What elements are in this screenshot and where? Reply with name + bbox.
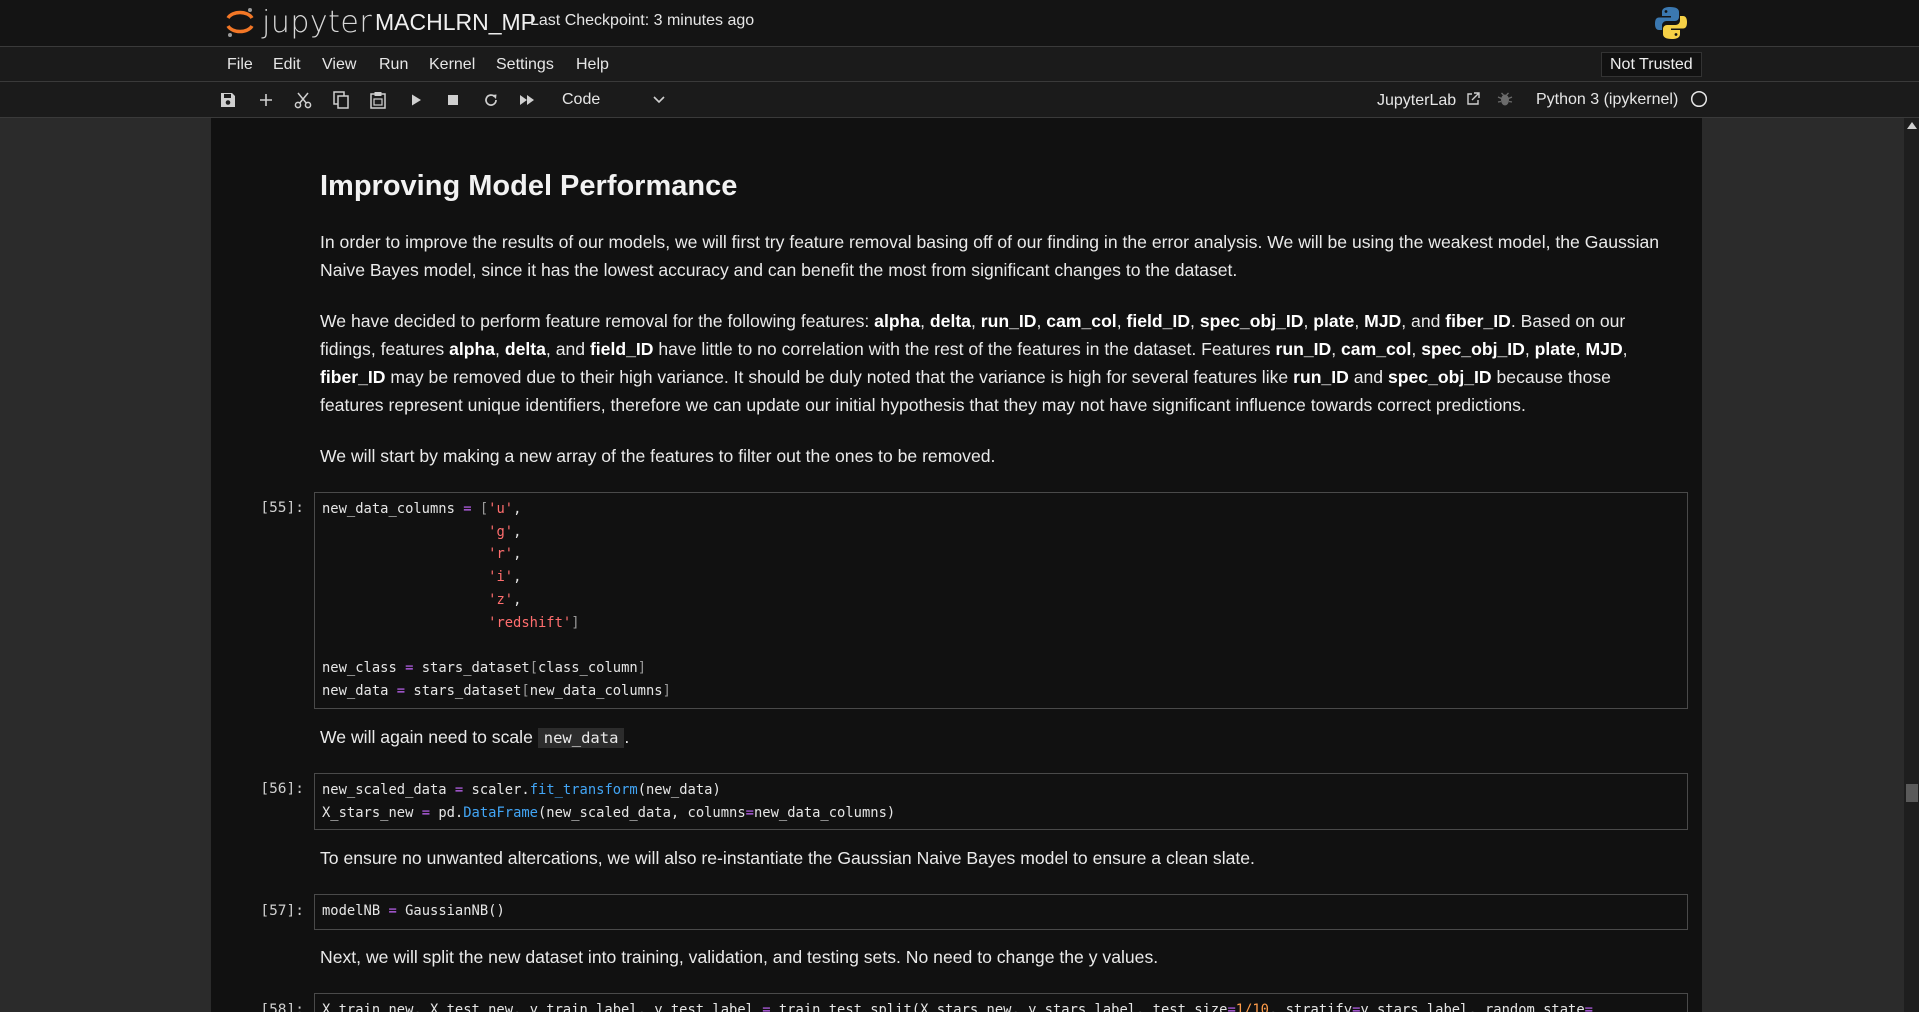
jupyter-logo-icon bbox=[224, 6, 256, 38]
cell-prompt-55: [55]: bbox=[260, 500, 304, 516]
notebook-toolbar: Code JupyterLab Python 3 (ipykernel) bbox=[0, 82, 1919, 118]
restart-icon[interactable] bbox=[479, 88, 503, 112]
chevron-down-icon bbox=[652, 87, 666, 120]
trust-status-button[interactable]: Not Trusted bbox=[1601, 52, 1702, 77]
cell-type-select[interactable]: Code bbox=[552, 87, 672, 112]
jupyter-logo-text: jupyter bbox=[262, 4, 373, 40]
run-icon[interactable] bbox=[404, 88, 428, 112]
markdown-paragraph-intro: In order to improve the results of our m… bbox=[320, 232, 1660, 280]
paste-icon[interactable] bbox=[366, 88, 390, 112]
top-header: jupyter MACHLRN_MP Last Checkpoint: 3 mi… bbox=[0, 0, 1919, 47]
kernel-name[interactable]: Python 3 (ipykernel) bbox=[1536, 91, 1678, 109]
add-cell-icon[interactable] bbox=[254, 88, 278, 112]
code-cell-55-source[interactable]: new_data_columns = ['u', 'g', 'r', 'i', … bbox=[322, 498, 671, 702]
markdown-paragraph-next-step: We will start by making a new array of t… bbox=[320, 446, 996, 466]
python-logo-icon bbox=[1652, 4, 1690, 42]
code-cell-55[interactable]: new_data_columns = ['u', 'g', 'r', 'i', … bbox=[314, 492, 1688, 709]
stop-icon[interactable] bbox=[441, 88, 465, 112]
menu-kernel[interactable]: Kernel bbox=[429, 56, 475, 74]
cell-prompt-58: [58]: bbox=[260, 1002, 304, 1012]
menu-file[interactable]: File bbox=[227, 56, 253, 74]
cell-type-value: Code bbox=[562, 91, 601, 108]
cut-icon[interactable] bbox=[291, 88, 315, 112]
scroll-up-arrow-icon[interactable] bbox=[1907, 122, 1917, 129]
fast-forward-icon[interactable] bbox=[516, 88, 540, 112]
code-cell-58[interactable]: X_train_new, X_test_new, y_train_label, … bbox=[314, 993, 1688, 1012]
external-link-icon bbox=[1466, 92, 1480, 105]
menu-settings[interactable]: Settings bbox=[496, 56, 554, 74]
notebook-title[interactable]: MACHLRN_MP bbox=[375, 9, 536, 36]
code-cell-57[interactable]: modelNB = GaussianNB() bbox=[314, 894, 1688, 930]
cell-58-clip: [58]: X_train_new, X_test_new, y_train_l… bbox=[0, 990, 1900, 1012]
save-icon[interactable] bbox=[216, 88, 240, 112]
code-cell-56[interactable]: new_scaled_data = scaler.fit_transform(n… bbox=[314, 773, 1688, 830]
section-heading: Improving Model Performance bbox=[320, 170, 738, 202]
menu-edit[interactable]: Edit bbox=[273, 56, 301, 74]
inline-code-new-data: new_data bbox=[537, 728, 625, 748]
code-cell-58-source[interactable]: X_train_new, X_test_new, y_train_label, … bbox=[322, 999, 1593, 1012]
menu-bar: File Edit View Run Kernel Settings Help … bbox=[0, 47, 1919, 82]
scroll-thumb[interactable] bbox=[1906, 784, 1918, 802]
debugger-bug-icon[interactable] bbox=[1497, 90, 1513, 113]
markdown-paragraph-split: Next, we will split the new dataset into… bbox=[320, 947, 1159, 967]
copy-icon[interactable] bbox=[329, 88, 353, 112]
markdown-paragraph-reinstantiate: To ensure no unwanted altercations, we w… bbox=[320, 848, 1255, 868]
jupyterlab-link[interactable]: JupyterLab bbox=[1377, 91, 1481, 110]
menu-run[interactable]: Run bbox=[379, 56, 408, 74]
cell-prompt-56: [56]: bbox=[260, 781, 304, 797]
cell-prompt-57: [57]: bbox=[260, 903, 304, 919]
markdown-paragraph-scale: We will again need to scale new_data. bbox=[320, 727, 630, 748]
code-cell-57-source[interactable]: modelNB = GaussianNB() bbox=[322, 900, 505, 923]
menu-help[interactable]: Help bbox=[576, 56, 609, 74]
menu-view[interactable]: View bbox=[322, 56, 356, 74]
kernel-status-circle-icon bbox=[1690, 90, 1708, 113]
checkpoint-status: Last Checkpoint: 3 minutes ago bbox=[530, 12, 755, 29]
jupyter-logo[interactable]: jupyter bbox=[224, 2, 372, 42]
markdown-paragraph-features: We have decided to perform feature remov… bbox=[320, 311, 1628, 415]
jupyterlab-link-label: JupyterLab bbox=[1377, 92, 1457, 109]
code-cell-56-source[interactable]: new_scaled_data = scaler.fit_transform(n… bbox=[322, 779, 895, 824]
vertical-scrollbar[interactable] bbox=[1904, 118, 1919, 1012]
